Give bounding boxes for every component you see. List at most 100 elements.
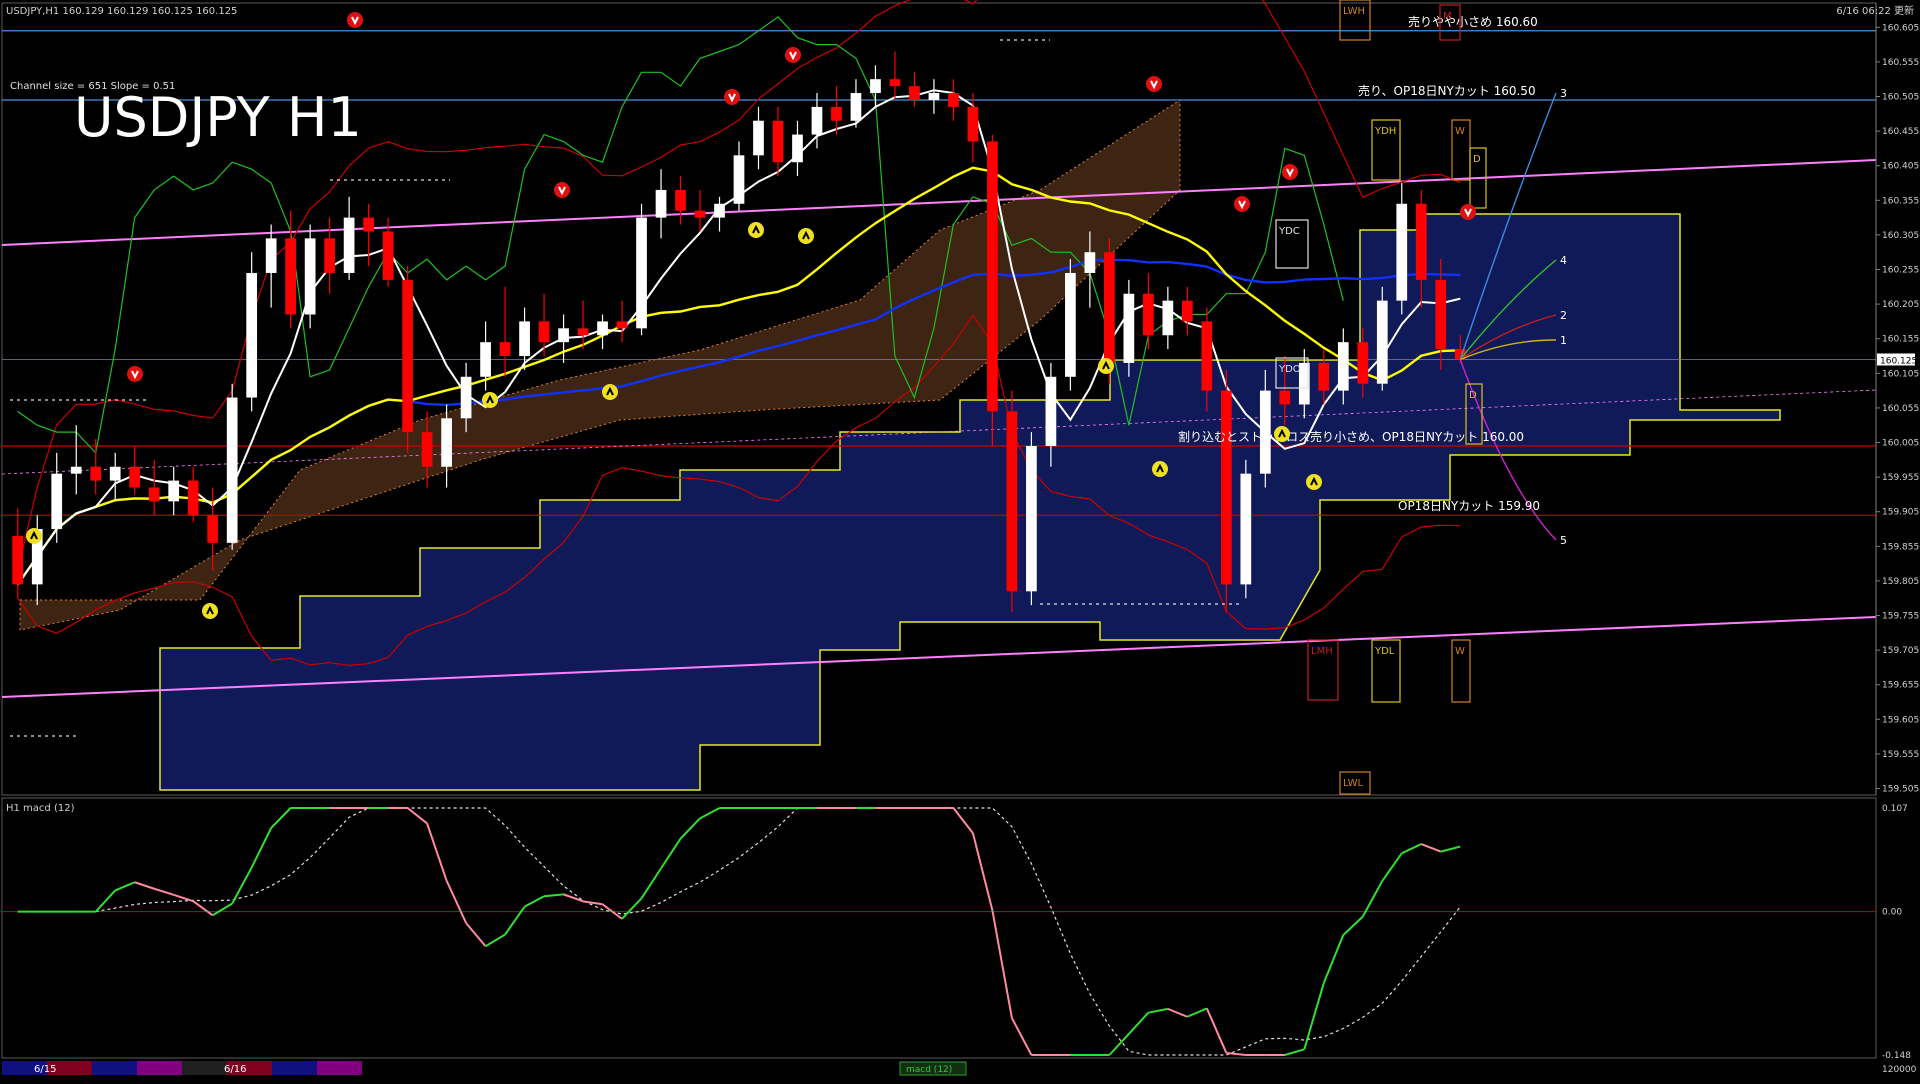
macd-tick-label: 0.107: [1882, 804, 1908, 814]
candle-body: [129, 466, 141, 488]
date-bar-segment: [272, 1061, 317, 1075]
price-tick-label: 159.555: [1882, 750, 1919, 760]
candle-body: [694, 210, 706, 218]
candle: [636, 203, 647, 336]
candle-body: [90, 466, 102, 481]
candle-body: [1279, 390, 1291, 405]
candle: [168, 466, 180, 516]
macd-segment: [426, 823, 448, 881]
candle: [1142, 272, 1154, 350]
macd-segment: [1148, 1007, 1169, 1014]
candle: [850, 79, 862, 128]
candle-body: [343, 217, 355, 273]
candle-body: [382, 231, 394, 280]
price-tick-label: 159.605: [1882, 715, 1919, 725]
macd-segment: [504, 906, 526, 936]
fractal-up-icon: [798, 228, 814, 244]
fractal-up-icon: [26, 528, 42, 544]
candle: [1240, 459, 1252, 599]
candle: [226, 383, 238, 550]
candle-body: [1240, 473, 1252, 585]
candle-body: [987, 141, 998, 412]
candle-body: [480, 342, 491, 377]
date-bar-segment: [137, 1061, 182, 1075]
macd-segment: [250, 827, 273, 868]
fractal-down-icon: [347, 12, 363, 28]
macd-segment: [1011, 1017, 1033, 1056]
candle: [909, 72, 920, 107]
candle: [733, 141, 745, 211]
annotation-3: OP18日NYカット 159.90: [1398, 499, 1540, 513]
candle: [402, 266, 413, 453]
fractal-up-icon: [748, 222, 764, 238]
macd-panel-border: [1, 797, 1877, 1059]
candle: [90, 439, 102, 495]
macd-segment: [485, 933, 506, 948]
price-tick-label: 159.955: [1882, 473, 1919, 483]
candle-body: [168, 480, 180, 502]
macd-segment: [445, 880, 468, 924]
candle: [12, 508, 24, 599]
candle-body: [655, 189, 667, 218]
candle-body: [460, 376, 472, 419]
candle-body: [265, 238, 277, 273]
price-tick-label: 160.305: [1882, 231, 1919, 241]
candle-body: [1084, 252, 1096, 273]
price-tick-label: 160.055: [1882, 404, 1919, 414]
candle: [714, 196, 725, 232]
macd-segment: [1284, 1048, 1305, 1056]
candle-body: [538, 321, 550, 343]
pivot-box-label-0: LWH: [1343, 6, 1365, 17]
pivot-box-label-3: W: [1455, 126, 1465, 137]
macd-segment: [173, 893, 194, 903]
fractal-down-icon: [1146, 76, 1162, 92]
candle: [1065, 259, 1076, 391]
price-tick-label: 160.205: [1882, 300, 1919, 310]
candle-body: [1337, 342, 1349, 391]
candle-body: [558, 328, 569, 343]
fractal-up-icon: [1274, 426, 1290, 442]
macd-axis-ticks: 0.107 0.00 -0.148: [1882, 804, 1911, 1061]
price-tick-label: 159.755: [1882, 612, 1919, 622]
candle-body: [1065, 272, 1076, 377]
price-tick-label: 160.405: [1882, 162, 1919, 172]
macd-segment: [991, 910, 1013, 1019]
candle: [675, 176, 686, 225]
macd-segment: [1226, 1051, 1246, 1056]
candle: [363, 203, 374, 267]
price-tick-label: 159.705: [1882, 646, 1919, 656]
candle-body: [1026, 445, 1037, 592]
date-label: 6/15: [34, 1064, 56, 1075]
macd-segment: [270, 807, 292, 829]
candle-body: [148, 487, 160, 502]
candle-body: [70, 466, 82, 474]
price-tick-label: 160.505: [1882, 93, 1919, 103]
price-tick-label: 159.805: [1882, 577, 1919, 587]
macd-panel[interactable]: 0.107 0.00 -0.148: [1, 797, 1911, 1061]
macd-segment: [679, 817, 701, 840]
candle: [246, 252, 258, 412]
candle-body: [1396, 203, 1408, 301]
candle: [304, 224, 316, 329]
fractal-down-icon: [1460, 204, 1476, 220]
candle-body: [675, 189, 686, 211]
candle: [1220, 369, 1232, 613]
candle-body: [109, 466, 121, 481]
macd-segment: [1342, 915, 1364, 936]
date-bar-segment: [317, 1061, 362, 1075]
candle: [109, 452, 121, 502]
macd-segment: [153, 887, 174, 896]
price-tick-label: 159.505: [1882, 785, 1919, 795]
macd-segment: [524, 895, 545, 908]
candle: [655, 169, 667, 239]
candle-body: [831, 106, 842, 121]
candle-body: [636, 217, 647, 329]
candle-body: [1162, 300, 1174, 336]
candle: [948, 79, 959, 121]
candle-body: [1006, 411, 1018, 592]
candle-body: [1357, 342, 1369, 384]
candle: [1181, 286, 1193, 336]
macd-segment: [1186, 1007, 1208, 1018]
macd-segment: [192, 900, 214, 917]
pivot-box-label-7: D: [1469, 390, 1477, 401]
